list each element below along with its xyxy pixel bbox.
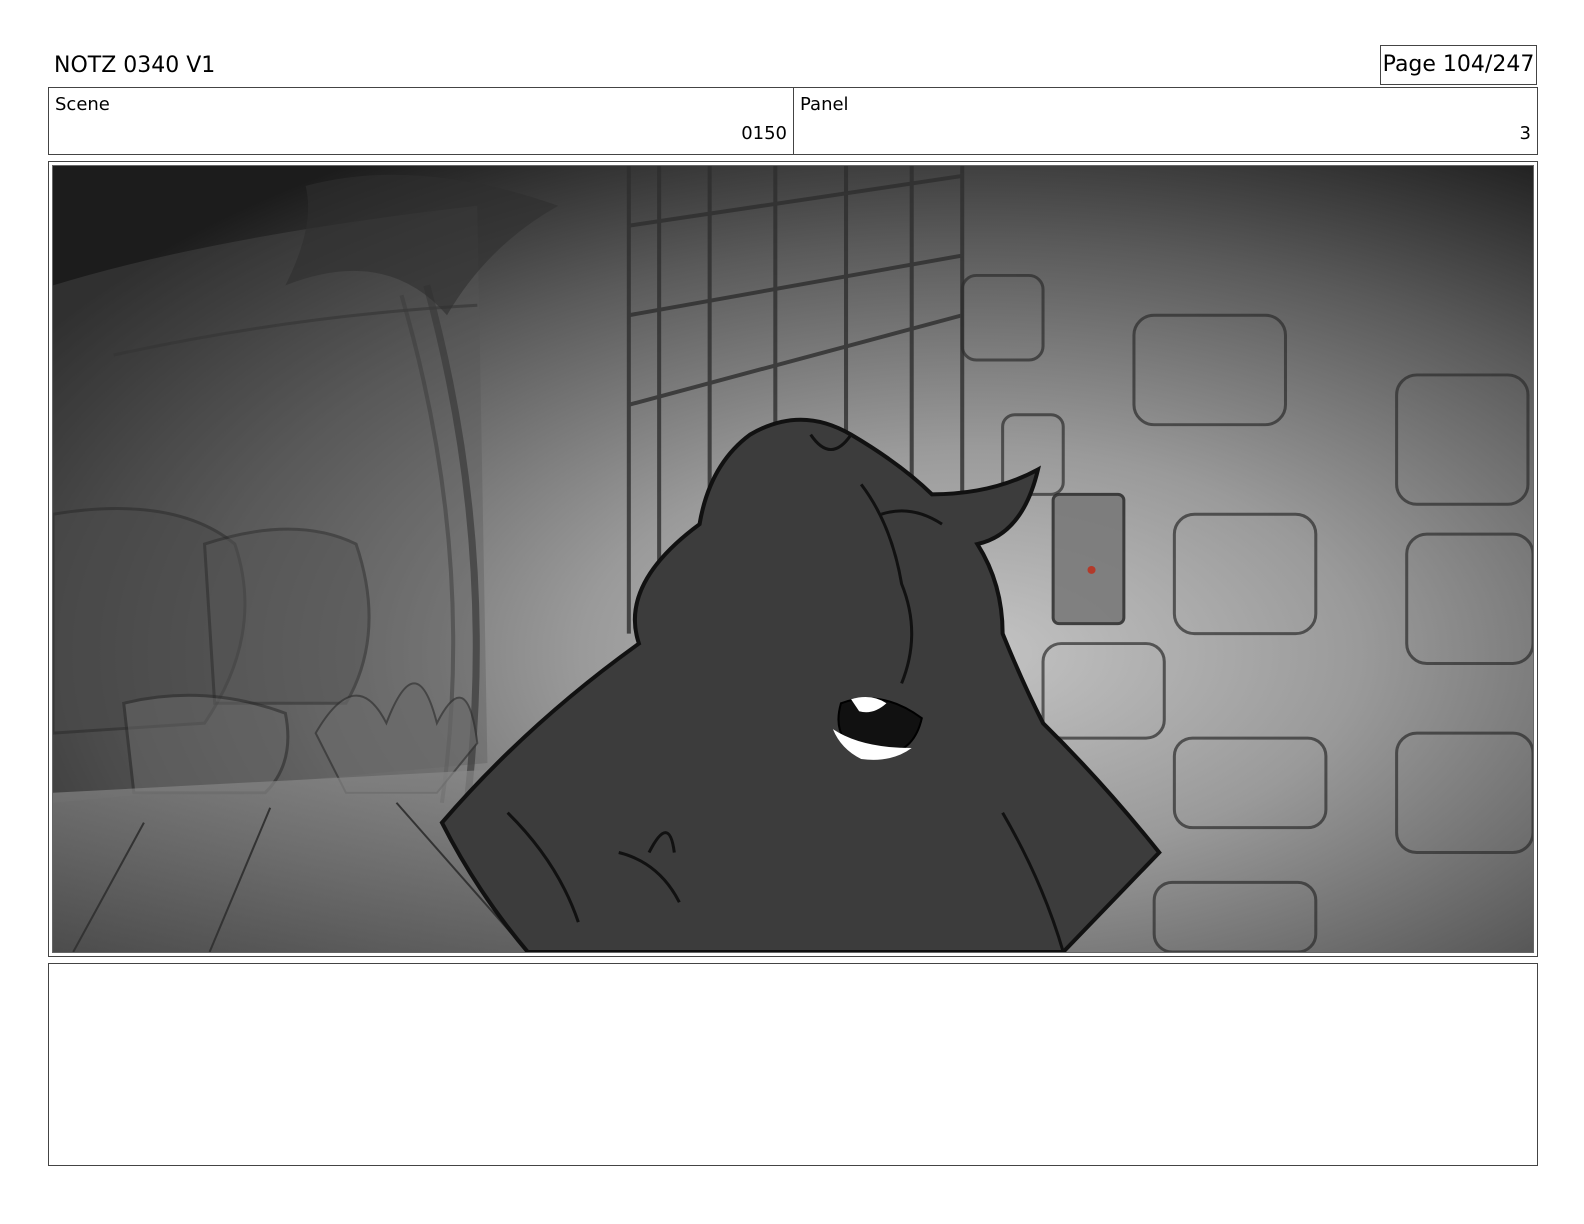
storyboard-sketch-image (52, 165, 1534, 953)
panel-notes-box (48, 963, 1538, 1166)
panel-number: 3 (1519, 123, 1531, 144)
storyboard-frame (48, 161, 1538, 957)
scene-label: Scene (55, 94, 110, 115)
panel-label: Panel (800, 94, 849, 115)
scene-panel-header: Scene 0150 Panel 3 (48, 87, 1538, 155)
page-number: Page 104/247 (1380, 45, 1537, 85)
panel-cell: Panel 3 (794, 88, 1537, 154)
document-title: NOTZ 0340 V1 (54, 53, 216, 78)
scene-number: 0150 (741, 123, 787, 144)
scene-cell: Scene 0150 (49, 88, 794, 154)
